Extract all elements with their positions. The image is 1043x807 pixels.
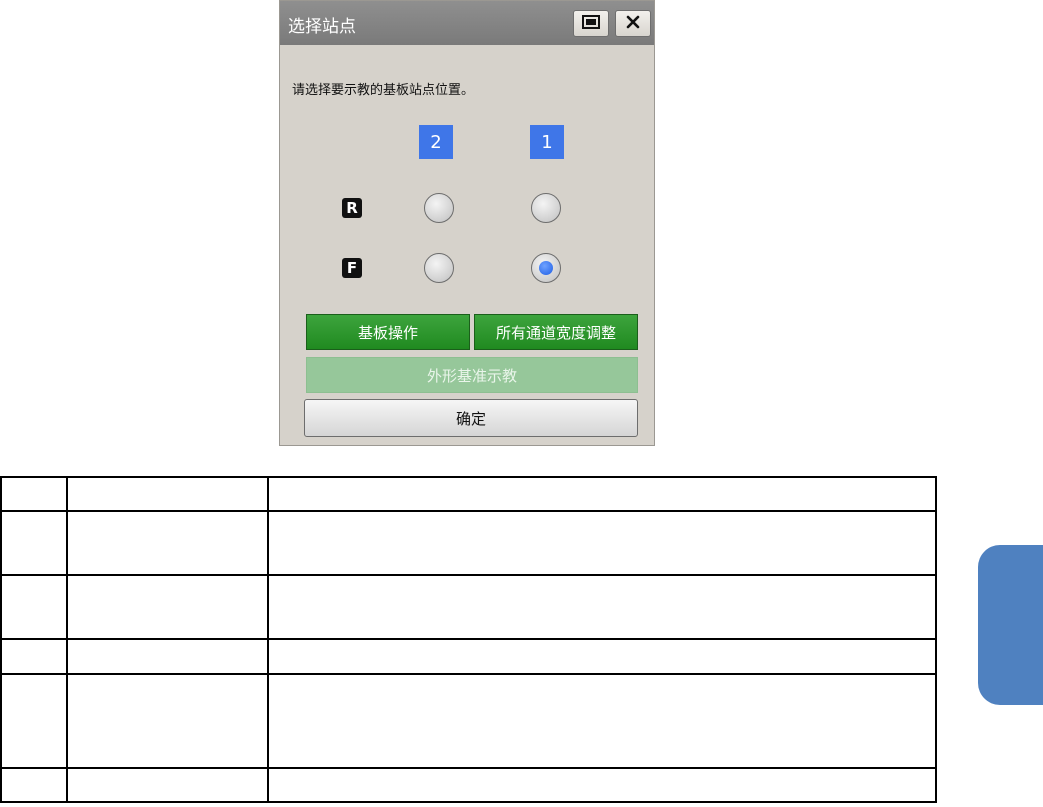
table-row: [0, 510, 937, 576]
row-label-f: F: [342, 258, 362, 278]
maximize-button[interactable]: [573, 10, 609, 37]
ok-button[interactable]: 确定: [304, 399, 638, 437]
radio-f-1[interactable]: [531, 253, 561, 283]
chapter-side-tab: [978, 545, 1043, 705]
dialog-titlebar: 选择站点: [280, 1, 654, 45]
dialog-title: 选择站点: [288, 17, 356, 37]
radio-r-2[interactable]: [424, 193, 454, 223]
description-table: [0, 476, 937, 803]
column-header-2: 2: [419, 125, 453, 159]
maximize-icon: [582, 14, 600, 33]
table-row: [0, 638, 937, 675]
all-channel-width-button[interactable]: 所有通道宽度调整: [474, 314, 638, 350]
table-row: [0, 767, 937, 803]
board-operation-button[interactable]: 基板操作: [306, 314, 470, 350]
outline-reference-teach-button[interactable]: 外形基准示教: [306, 357, 638, 393]
row-label-r: R: [342, 198, 362, 218]
table-row: [0, 673, 937, 769]
table-row: [0, 574, 937, 640]
select-station-dialog: 选择站点 请选择要示教的基板站点位置。 2 1 R F 基板操作 所有通道宽度调…: [279, 0, 655, 446]
instruction-text: 请选择要示教的基板站点位置。: [292, 83, 475, 98]
radio-r-1[interactable]: [531, 193, 561, 223]
column-header-1: 1: [530, 125, 564, 159]
radio-selected-dot: [539, 261, 553, 275]
close-icon: [626, 14, 640, 33]
radio-f-2[interactable]: [424, 253, 454, 283]
close-button[interactable]: [615, 10, 651, 37]
table-row: [0, 476, 937, 512]
